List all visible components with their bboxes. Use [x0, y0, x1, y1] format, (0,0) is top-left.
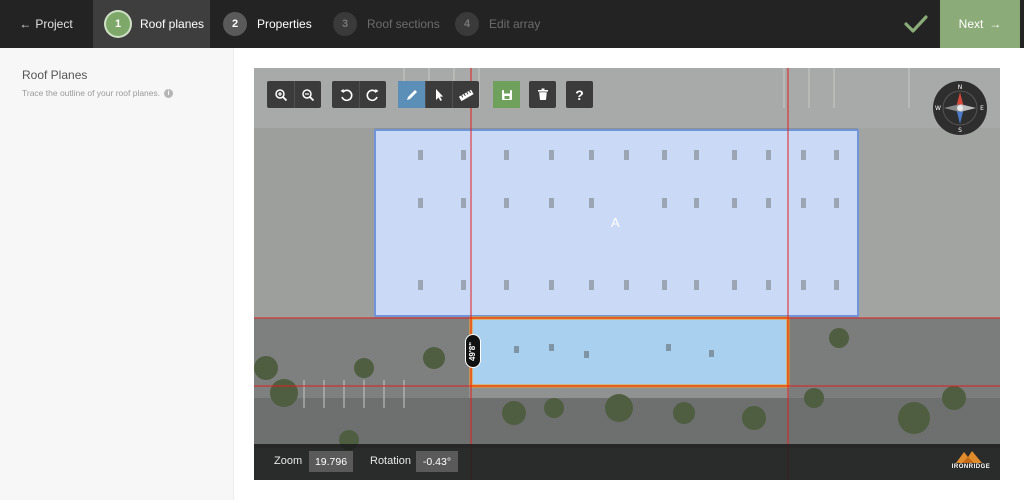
ironridge-logo	[956, 451, 982, 463]
panel-title: Roof Planes	[22, 68, 88, 82]
next-label: Next	[958, 17, 984, 31]
arrow-right-icon: →	[989, 17, 1002, 31]
next-button[interactable]: Next →	[940, 0, 1020, 48]
checkmark-icon	[904, 15, 928, 33]
pointer-icon	[436, 88, 443, 101]
save-toolbar	[493, 81, 520, 108]
back-label: Project	[35, 17, 73, 31]
step-properties[interactable]: 2 Properties	[223, 0, 312, 48]
hint-text: Trace the outline of your roof planes.	[22, 88, 161, 98]
roof-plane-label[interactable]: A	[611, 215, 620, 230]
save-button[interactable]	[493, 81, 520, 108]
delete-toolbar	[529, 81, 556, 108]
back-to-project-button[interactable]: ← Project	[0, 0, 92, 48]
redo-button[interactable]	[359, 81, 386, 108]
step-bar: ← Project 1 Roof planes 2 Properties 3 R…	[0, 0, 1024, 48]
help-toolbar: ?	[566, 81, 593, 108]
brand-name: IRONRIDGE	[951, 464, 991, 470]
ruler-icon	[458, 89, 474, 101]
draw-toolbar	[398, 81, 479, 108]
history-toolbar	[332, 81, 386, 108]
zoom-value: 19.796	[309, 451, 353, 472]
step-roof-planes[interactable]: 1 Roof planes	[93, 0, 210, 48]
select-tool-button[interactable]	[425, 81, 452, 108]
step-label: Properties	[257, 17, 312, 31]
compass-icon[interactable]: N S E W	[932, 80, 988, 136]
zoom-out-button[interactable]	[294, 81, 321, 108]
compass-south: S	[958, 127, 962, 134]
undo-icon	[340, 88, 352, 101]
step-edit-array[interactable]: 4 Edit array	[455, 0, 540, 48]
draw-tool-button[interactable]	[398, 81, 425, 108]
redo-icon	[366, 88, 379, 101]
info-icon[interactable]: i	[164, 88, 174, 98]
undo-button[interactable]	[332, 81, 359, 108]
step-label: Roof sections	[367, 17, 440, 31]
arrow-left-icon: ←	[19, 17, 32, 31]
save-icon	[501, 89, 512, 100]
help-icon: ?	[575, 86, 584, 103]
edge-dimension-value: 49'8"	[468, 341, 478, 361]
map-status-bar: Zoom 19.796 Rotation -0.43°	[254, 444, 1000, 480]
help-button[interactable]: ?	[566, 81, 593, 108]
zoom-in-icon	[274, 88, 287, 101]
rotation-label: Rotation	[370, 455, 411, 467]
zoom-in-button[interactable]	[267, 81, 294, 108]
zoom-label: Zoom	[274, 455, 303, 467]
aerial-imagery	[254, 68, 1000, 480]
zoom-toolbar	[267, 81, 321, 108]
step-roof-sections[interactable]: 3 Roof sections	[333, 0, 440, 48]
compass-north: N	[958, 84, 963, 91]
compass-west: W	[935, 105, 941, 112]
sidebar-panel: Roof Planes Trace the outline of your ro…	[0, 48, 234, 500]
edge-dimension-tag[interactable]: 49'8"	[465, 334, 481, 368]
panel-hint: Trace the outline of your roof planes. i	[22, 88, 174, 98]
step-number: 3	[333, 12, 357, 36]
zoom-out-icon	[302, 88, 315, 101]
step-number: 4	[455, 12, 479, 36]
step-number: 1	[106, 12, 130, 36]
step-label: Edit array	[489, 17, 541, 31]
measure-tool-button[interactable]	[452, 81, 479, 108]
compass-east: E	[980, 105, 984, 112]
map-canvas[interactable]: ? N S E W A 49'8" Zoom 19.796 Rotation -…	[254, 68, 1000, 480]
pencil-icon	[406, 89, 417, 100]
step-label: Roof planes	[140, 17, 205, 31]
delete-button[interactable]	[529, 81, 556, 108]
trash-icon	[537, 88, 548, 100]
step-number: 2	[223, 12, 247, 36]
rotation-value: -0.43°	[416, 451, 458, 472]
